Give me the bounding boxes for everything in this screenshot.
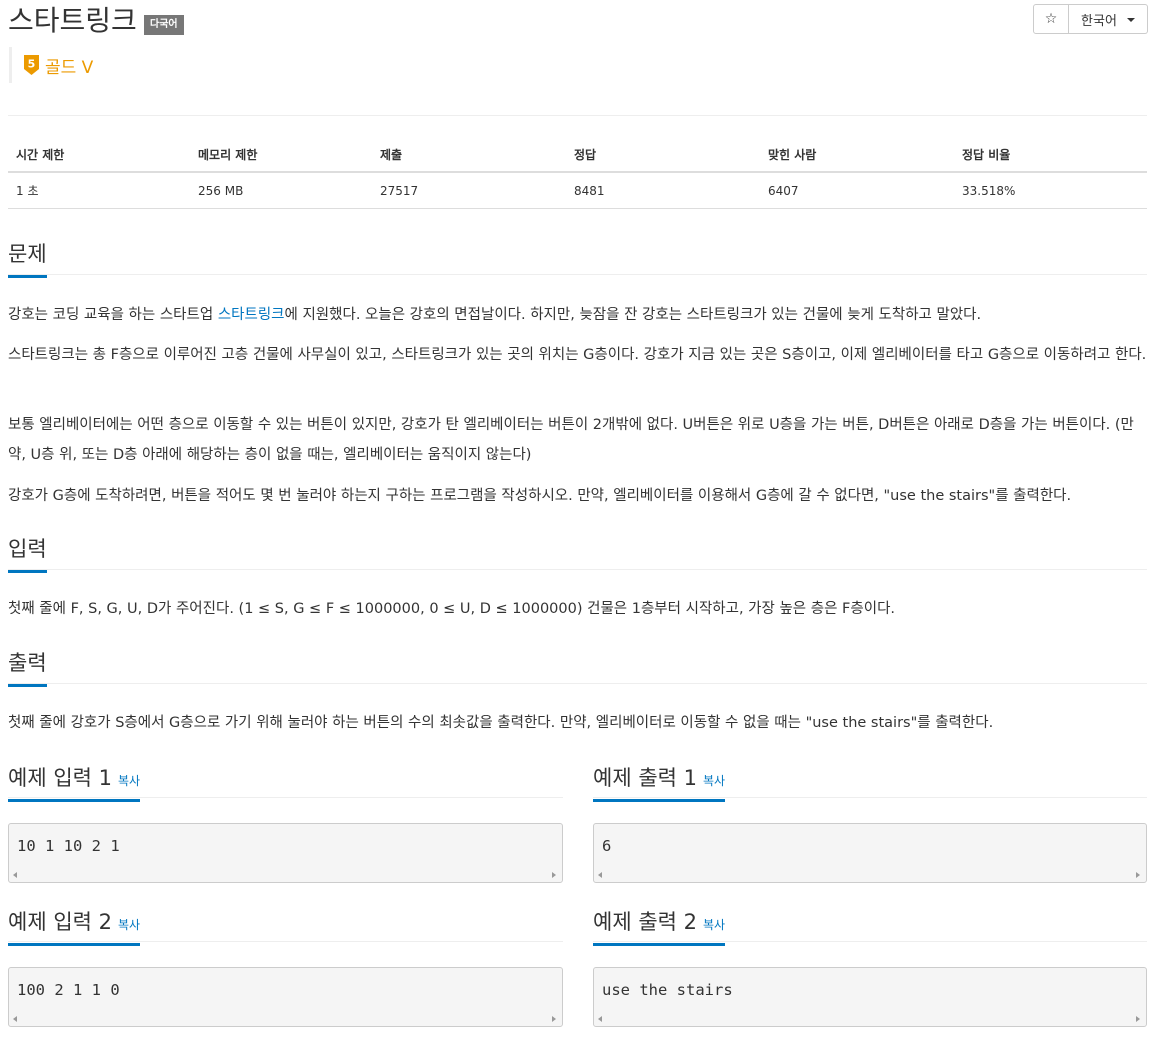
language-dropdown[interactable]: 한국어: [1069, 4, 1148, 34]
divider: [8, 683, 1147, 684]
scroll-left-icon[interactable]: [13, 872, 17, 878]
problem-description-p4: 강호가 G층에 도착하려면, 버튼을 적어도 몇 번 눌러야 하는지 구하는 프…: [8, 488, 1072, 504]
sample-input-1-box: 10 1 10 2 1: [8, 823, 563, 883]
time-limit-value: 1 초: [8, 172, 190, 209]
scroll-right-icon[interactable]: [1136, 1016, 1140, 1022]
language-label: 한국어: [1081, 13, 1117, 29]
divider: [593, 941, 1147, 942]
copy-sample-input-2-button[interactable]: 복사: [118, 918, 140, 932]
scroll-right-icon[interactable]: [552, 1016, 556, 1022]
divider: [8, 941, 563, 942]
scroll-left-icon[interactable]: [598, 872, 602, 878]
header-submissions: 제출: [372, 135, 566, 173]
header-actions: ☆ 한국어: [1033, 4, 1148, 34]
problem-info-table: 시간 제한 메모리 제한 제출 정답 맞힌 사람 정답 비율 1 초 256 M…: [8, 135, 1147, 209]
favorite-star-button[interactable]: ☆: [1033, 4, 1069, 34]
divider: [8, 569, 1147, 570]
divider: [8, 115, 1147, 116]
multi-language-badge: 다국어: [144, 15, 184, 35]
copy-sample-input-1-button[interactable]: 복사: [118, 774, 140, 788]
divider: [8, 274, 1147, 275]
sample-output-2-box: use the stairs: [593, 967, 1147, 1027]
divider: [8, 797, 563, 798]
copy-sample-output-1-button[interactable]: 복사: [703, 774, 725, 788]
output-description: 첫째 줄에 강호가 S층에서 G층으로 가기 위해 눌러야 하는 버튼의 수의 …: [8, 715, 994, 731]
problem-section-heading: 문제: [8, 238, 47, 278]
header-accept-ratio: 정답 비율: [954, 135, 1147, 173]
table-header-row: 시간 제한 메모리 제한 제출 정답 맞힌 사람 정답 비율: [8, 135, 1147, 173]
memory-limit-value: 256 MB: [190, 172, 372, 209]
problem-description-p2: 스타트링크는 총 F층으로 이루어진 고층 건물에 사무실이 있고, 스타트링크…: [8, 347, 1147, 363]
tier-badge-icon: 5: [24, 55, 39, 75]
sample-output-1-data: 6: [602, 837, 612, 855]
sample-input-2-heading: 예제 입력 2 복사: [8, 906, 141, 946]
scroll-left-icon[interactable]: [598, 1016, 602, 1022]
caret-down-icon: [1126, 18, 1135, 22]
startlink-link[interactable]: 스타트링크: [218, 307, 285, 323]
sample-input-1-heading: 예제 입력 1 복사: [8, 762, 141, 802]
accepted-value: 8481: [566, 172, 760, 209]
header-time-limit: 시간 제한: [8, 135, 190, 173]
output-section-heading: 출력: [8, 647, 47, 687]
sample-input-2-data: 100 2 1 1 0: [17, 981, 120, 999]
tier-info: 5 골드 V: [9, 47, 93, 83]
header-solvers: 맞힌 사람: [760, 135, 954, 173]
horizontal-scrollbar[interactable]: [9, 1012, 562, 1026]
solvers-value: 6407: [760, 172, 954, 209]
horizontal-scrollbar[interactable]: [9, 868, 562, 882]
table-row: 1 초 256 MB 27517 8481 6407 33.518%: [8, 172, 1147, 209]
header-memory-limit: 메모리 제한: [190, 135, 372, 173]
sample-input-1-data: 10 1 10 2 1: [17, 837, 120, 855]
tier-label[interactable]: 골드 V: [45, 53, 93, 78]
page-title: 스타트링크: [8, 4, 137, 37]
sample-input-2-box: 100 2 1 1 0: [8, 967, 563, 1027]
divider: [593, 797, 1147, 798]
sample-output-2-data: use the stairs: [602, 981, 733, 999]
horizontal-scrollbar[interactable]: [594, 1012, 1146, 1026]
sample-output-1-heading: 예제 출력 1 복사: [593, 762, 726, 802]
input-section-heading: 입력: [8, 533, 47, 573]
copy-sample-output-2-button[interactable]: 복사: [703, 918, 725, 932]
horizontal-scrollbar[interactable]: [594, 868, 1146, 882]
input-description: 첫째 줄에 F, S, G, U, D가 주어진다. (1 ≤ S, G ≤ F…: [8, 601, 896, 617]
accept-ratio-value: 33.518%: [954, 172, 1147, 209]
sample-output-1-box: 6: [593, 823, 1147, 883]
problem-description-p3: 보통 엘리베이터에는 어떤 층으로 이동할 수 있는 버튼이 있지만, 강호가 …: [8, 417, 1134, 463]
scroll-right-icon[interactable]: [1136, 872, 1140, 878]
star-icon: ☆: [1044, 11, 1058, 27]
submissions-value: 27517: [372, 172, 566, 209]
problem-description-p1: 강호는 코딩 교육을 하는 스타트업 스타트링크에 지원했다. 오늘은 강호의 …: [8, 307, 982, 323]
svg-text:5: 5: [28, 58, 36, 71]
scroll-left-icon[interactable]: [13, 1016, 17, 1022]
sample-output-2-heading: 예제 출력 2 복사: [593, 906, 726, 946]
header-accepted: 정답: [566, 135, 760, 173]
scroll-right-icon[interactable]: [552, 872, 556, 878]
